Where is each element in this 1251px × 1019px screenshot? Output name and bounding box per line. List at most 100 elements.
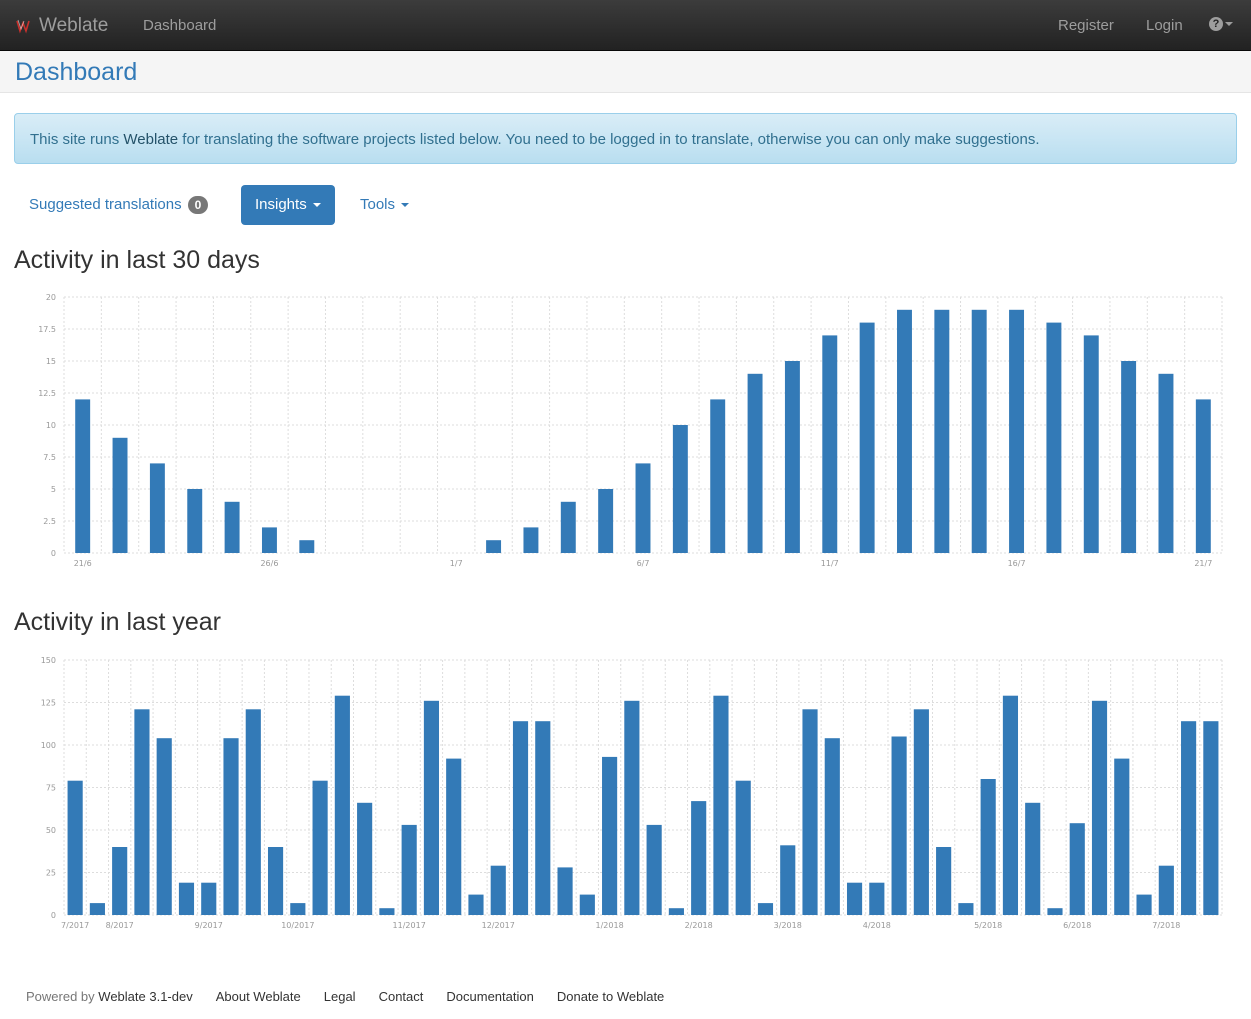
footer-donate-link[interactable]: Donate to Weblate: [557, 989, 664, 1004]
activity-bar: [913, 709, 929, 915]
activity-bar: [523, 527, 539, 553]
y-tick-label: 2.5: [43, 517, 56, 526]
footer-documentation-link[interactable]: Documentation: [446, 989, 533, 1004]
activity-bar: [784, 361, 800, 553]
activity-bar: [1136, 894, 1152, 915]
activity-bar: [859, 322, 875, 553]
footer-about-link[interactable]: About Weblate: [216, 989, 301, 1004]
x-tick-label: 9/2017: [195, 921, 223, 930]
activity-bar: [1047, 908, 1063, 915]
brand-name: Weblate: [39, 14, 109, 36]
x-tick-label: 26/6: [260, 559, 278, 568]
y-tick-label: 17.5: [38, 325, 56, 334]
activity-bar: [224, 501, 240, 553]
activity-bar: [802, 709, 818, 915]
tab-suggested-translations[interactable]: Suggested translations 0: [29, 185, 209, 225]
activity-bar: [1195, 399, 1211, 553]
activity-bar: [891, 736, 907, 915]
activity-bar: [1181, 721, 1197, 915]
activity-bar: [1083, 335, 1099, 553]
activity-bar: [1114, 758, 1130, 915]
month-activity-title: Activity in last 30 days: [14, 246, 260, 274]
activity-bar: [735, 780, 751, 915]
x-tick-label: 16/7: [1008, 559, 1026, 568]
activity-bar: [112, 437, 128, 553]
activity-bar: [598, 489, 614, 553]
footer-legal-link[interactable]: Legal: [324, 989, 356, 1004]
activity-bar: [691, 801, 707, 915]
y-tick-label: 5: [51, 485, 56, 494]
activity-bar: [560, 501, 576, 553]
activity-bar: [201, 882, 217, 915]
footer-contact-link[interactable]: Contact: [379, 989, 424, 1004]
y-tick-label: 100: [41, 741, 56, 750]
activity-bar: [149, 463, 165, 553]
x-tick-label: 1/2018: [596, 921, 624, 930]
page-header: Dashboard: [0, 51, 1251, 93]
activity-bar: [757, 903, 774, 915]
activity-bar: [1069, 823, 1085, 915]
activity-bar: [557, 867, 573, 915]
activity-bar: [423, 700, 440, 915]
activity-bar: [401, 824, 417, 915]
footer-weblate-version-link[interactable]: Weblate 3.1-dev: [98, 989, 192, 1004]
activity-bar: [187, 489, 203, 553]
activity-bar: [958, 903, 974, 915]
weblate-logo-icon: [16, 19, 30, 34]
activity-bar: [897, 309, 912, 553]
activity-bar: [156, 738, 172, 915]
activity-bar: [290, 903, 306, 915]
activity-bar: [312, 780, 328, 915]
x-tick-label: 10/2017: [281, 921, 314, 930]
nav-register[interactable]: Register: [1058, 0, 1114, 51]
activity-bar: [1091, 700, 1108, 915]
footer: Powered by Weblate 3.1-dev About Weblate…: [26, 989, 664, 1004]
activity-bar: [602, 756, 618, 915]
activity-bar: [672, 425, 688, 553]
activity-bar: [1158, 373, 1174, 553]
y-tick-label: 50: [46, 826, 56, 835]
activity-bar: [112, 847, 128, 915]
activity-bar: [178, 882, 195, 915]
activity-bar: [936, 847, 952, 915]
question-circle-icon: ?: [1209, 17, 1223, 31]
x-tick-label: 11/2017: [393, 921, 426, 930]
footer-powered-by: Powered by: [26, 989, 95, 1004]
alert-text-prefix: This site runs: [30, 131, 124, 148]
page-title: Dashboard: [15, 58, 138, 86]
x-tick-label: 3/2018: [774, 921, 802, 930]
y-tick-label: 20: [46, 293, 56, 302]
tab-tools[interactable]: Tools: [360, 185, 410, 225]
activity-bar: [1046, 322, 1062, 553]
y-tick-label: 150: [41, 656, 56, 665]
activity-bar: [89, 903, 105, 915]
activity-bar: [67, 780, 83, 915]
alert-text-suffix: for translating the software projects li…: [178, 131, 1040, 148]
activity-bar: [780, 845, 796, 915]
caret-down-icon: [312, 203, 321, 208]
activity-bar: [824, 738, 840, 915]
nav-dashboard[interactable]: Dashboard: [143, 0, 216, 51]
tab-insights[interactable]: Insights: [241, 185, 335, 225]
nav-login[interactable]: Login: [1146, 0, 1183, 51]
alert-weblate-link[interactable]: Weblate: [123, 131, 178, 148]
x-tick-label: 4/2018: [863, 921, 891, 930]
tab-insights-label: Insights: [255, 196, 307, 213]
activity-bar: [668, 908, 684, 915]
activity-bar: [624, 700, 640, 915]
activity-bar: [486, 540, 502, 553]
activity-bar: [1203, 721, 1219, 915]
activity-bar: [579, 894, 595, 915]
activity-30-days-chart: 0 2.5 5 7.5 10 12.5 15 17.5 20 21/6 26/6 1/7 6/7 11/7…: [38, 293, 1223, 568]
suggested-count-badge: 0: [187, 196, 209, 215]
x-tick-label: 6/2018: [1063, 921, 1091, 930]
activity-bar: [710, 399, 726, 553]
caret-down-icon: [401, 203, 410, 208]
x-tick-label: 6/7: [637, 559, 650, 568]
brand-link[interactable]: Weblate: [15, 0, 108, 51]
y-tick-label: 0: [51, 549, 56, 558]
activity-bar: [980, 779, 996, 915]
activity-bar: [134, 709, 150, 915]
help-menu-toggle[interactable]: ?: [1209, 17, 1233, 31]
activity-bar: [512, 721, 529, 915]
